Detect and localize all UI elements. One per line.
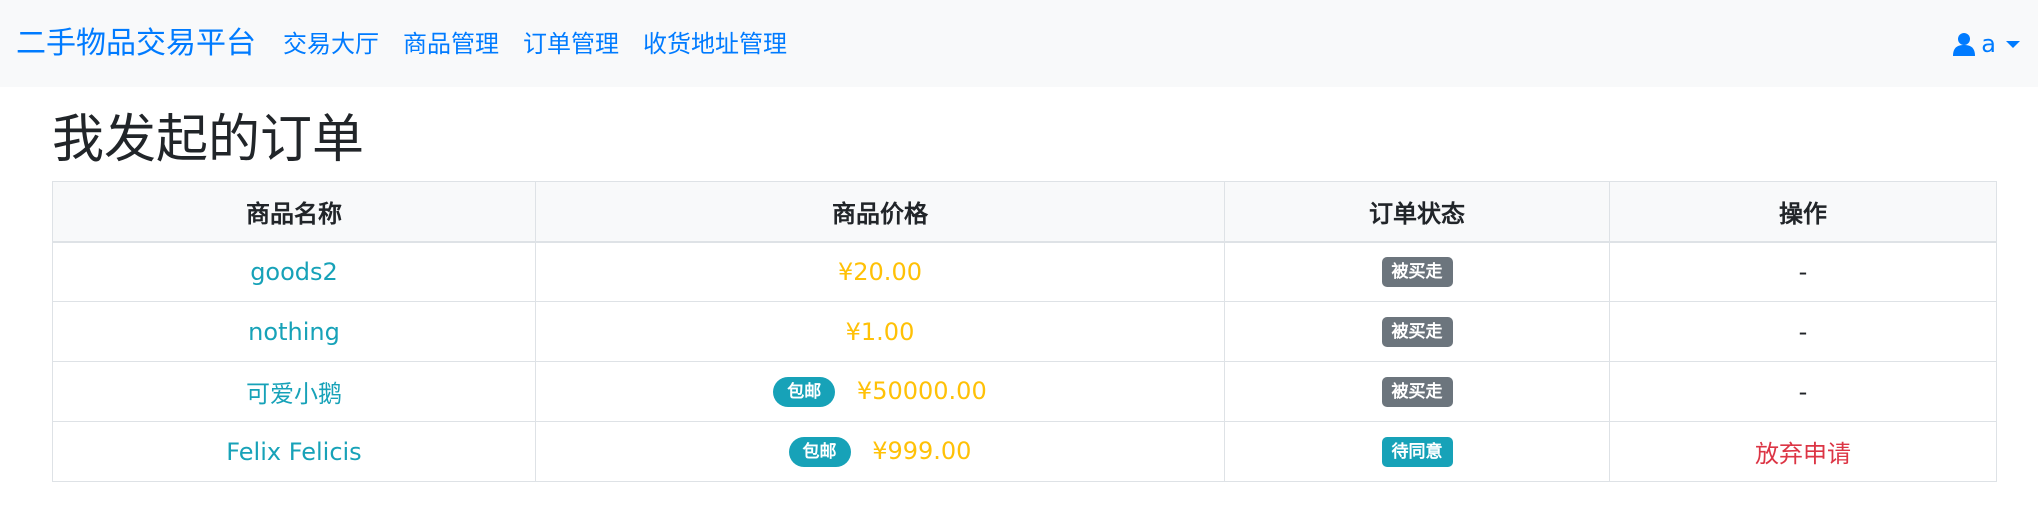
goods-price-cell: 包邮 ¥50000.00: [535, 361, 1225, 422]
goods-name-cell: nothing: [52, 301, 536, 362]
goods-price: ¥20.00: [838, 257, 922, 286]
actions-cell: 放弃申请: [1609, 421, 1997, 482]
goods-name-link[interactable]: 可爱小鹅: [246, 380, 342, 408]
goods-name-link[interactable]: nothing: [248, 318, 340, 346]
table-row: Felix Felicis 包邮 ¥999.00 待同意 放弃申请: [52, 421, 1997, 482]
status-badge: 被买走: [1381, 256, 1453, 287]
status-badge: 被买走: [1381, 316, 1453, 347]
goods-name-cell: goods2: [52, 241, 536, 302]
goods-price-cell: ¥1.00: [535, 301, 1225, 362]
goods-name-link[interactable]: Felix Felicis: [226, 438, 361, 466]
no-action: -: [1798, 317, 1808, 346]
free-shipping-badge: 包邮: [773, 376, 836, 407]
actions-cell: -: [1609, 301, 1997, 362]
withdraw-application-link[interactable]: 放弃申请: [1755, 440, 1851, 468]
page-title: 我发起的订单: [52, 110, 365, 170]
user-menu-toggle[interactable]: a: [1953, 28, 2020, 60]
no-action: -: [1798, 377, 1808, 406]
status-badge: 待同意: [1381, 436, 1453, 467]
goods-price: ¥999.00: [872, 436, 972, 465]
goods-name-cell: Felix Felicis: [52, 421, 536, 482]
column-header-goods-name: 商品名称: [52, 181, 536, 243]
column-header-order-status: 订单状态: [1224, 181, 1610, 243]
navbar: 二手物品交易平台 交易大厅 商品管理 订单管理 收货地址管理 a: [0, 0, 2038, 87]
caret-down-icon: [2006, 39, 2020, 49]
no-action: -: [1798, 257, 1808, 286]
user-icon: [1953, 32, 1976, 56]
goods-price-cell: 包邮 ¥999.00: [535, 421, 1225, 482]
table-header-row: 商品名称 商品价格 订单状态 操作: [52, 181, 1997, 243]
orders-table: 商品名称 商品价格 订单状态 操作 goods2 ¥20.00 被买走 - no…: [52, 181, 1997, 482]
table-row: goods2 ¥20.00 被买走 -: [52, 241, 1997, 302]
goods-price-cell: ¥20.00: [535, 241, 1225, 302]
nav-link-trading-hall[interactable]: 交易大厅: [283, 28, 379, 60]
user-name: a: [1981, 30, 1996, 58]
order-status-cell: 待同意: [1224, 421, 1610, 482]
table-row: nothing ¥1.00 被买走 -: [52, 301, 1997, 362]
order-status-cell: 被买走: [1224, 301, 1610, 362]
column-header-goods-price: 商品价格: [535, 181, 1225, 243]
free-shipping-badge: 包邮: [788, 436, 851, 467]
nav-link-address-management[interactable]: 收货地址管理: [643, 28, 787, 60]
nav-link-goods-management[interactable]: 商品管理: [403, 28, 499, 60]
column-header-actions: 操作: [1609, 181, 1997, 243]
order-status-cell: 被买走: [1224, 241, 1610, 302]
goods-name-cell: 可爱小鹅: [52, 361, 536, 422]
goods-name-link[interactable]: goods2: [250, 258, 338, 286]
goods-price: ¥1.00: [845, 317, 915, 346]
brand-link[interactable]: 二手物品交易平台: [16, 24, 256, 64]
nav-links: 交易大厅 商品管理 订单管理 收货地址管理: [283, 28, 811, 60]
order-status-cell: 被买走: [1224, 361, 1610, 422]
nav-link-order-management[interactable]: 订单管理: [523, 28, 619, 60]
actions-cell: -: [1609, 361, 1997, 422]
actions-cell: -: [1609, 241, 1997, 302]
status-badge: 被买走: [1381, 376, 1453, 407]
goods-price: ¥50000.00: [856, 376, 987, 405]
table-row: 可爱小鹅 包邮 ¥50000.00 被买走 -: [52, 361, 1997, 422]
